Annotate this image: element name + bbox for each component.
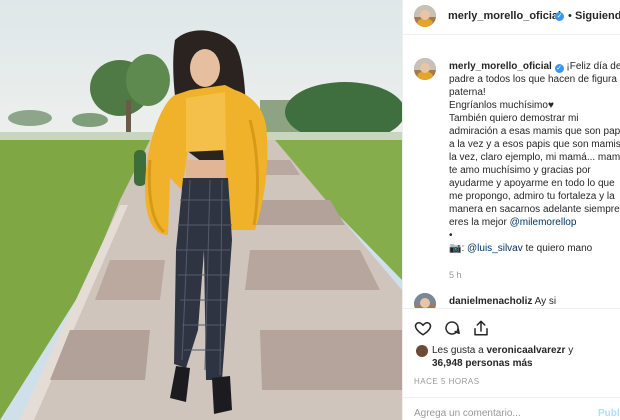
publish-button[interactable]: Publicar [598,408,620,419]
post-header: merly_morello_oficial ✓ • Siguiendo [403,0,620,35]
liker-avatar[interactable] [416,345,428,357]
caption-line-7: la vez, claro ejemplo, mi mamá... mami [449,152,620,163]
caption-line-8: te amo muchísimo y gracias por [449,165,591,176]
comment-input[interactable]: Agrega un comentario... [414,408,521,419]
caption-line-6: a la vez y a esos papis que son mamis a [449,139,620,150]
caption-line-10: me propongo, admiro tu fortaleza y la [449,191,615,202]
caption-time: 5 h [449,270,462,280]
caption-line-12: eres la mejor [449,217,507,228]
caption-line-5: admiración a esas mamis que son papá [449,126,620,137]
comment-text: Ay si [534,296,557,307]
header-username[interactable]: merly_morello_oficial [448,10,561,22]
comment-icon[interactable] [443,319,461,337]
caption-line-4: También quiero demostrar mi [449,113,579,124]
caption-line-2: paterna! [449,87,486,98]
caption-line-1: padre a todos los que hacen de figura [449,74,617,85]
liker-username[interactable]: veronicaalvarezr [487,345,566,356]
caption-line-0: ¡Feliz día de [566,61,620,72]
caption-line-3: Engríanlos muchísimo [449,100,548,111]
post-image [0,0,402,420]
likes-summary: Les gusta a veronicaalvarezr y 36,948 pe… [432,344,573,370]
separator-dot: • [568,10,572,22]
author-avatar[interactable] [414,5,436,27]
likes-prefix: Les gusta a [432,345,484,356]
add-comment-bar: Agrega un comentario... Publicar [403,397,620,420]
heart-emoji-icon: ♥ [547,100,554,111]
caption-bullet: • [449,230,453,241]
share-icon[interactable] [472,319,490,337]
verified-badge-icon: ✓ [554,64,564,73]
verified-badge-icon: ✓ [555,12,564,21]
post-timestamp: HACE 5 HORAS [414,377,480,386]
mention-photographer-link[interactable]: @luis_silvav [467,243,523,254]
camera-emoji-icon: 📷: [449,243,465,254]
post-caption: merly_morello_oficial ✓ ¡Feliz día de pa… [449,60,620,255]
heart-icon[interactable] [414,319,432,337]
comment-item: danielmenacholiz Ay si [449,296,556,307]
mention-mom-link[interactable]: @milemorellop [510,217,577,228]
caption-author[interactable]: merly_morello_oficial [449,61,552,72]
caption-author-avatar[interactable] [414,58,436,80]
comment-author[interactable]: danielmenacholiz [449,296,532,307]
post-photo[interactable] [0,0,402,420]
likes-connector: y [568,345,574,356]
caption-line-11: manera en sacarnos adelante siempre, [449,204,620,215]
likes-count[interactable]: 36,948 personas más [432,358,533,369]
post-side-panel: merly_morello_oficial ✓ • Siguiendo merl… [402,0,620,420]
following-button[interactable]: Siguiendo [575,10,620,22]
caption-line-9: ayudarme y apoyarme en todo lo que [449,178,615,189]
credit-suffix: te quiero mano [525,243,593,254]
post-actions: Les gusta a veronicaalvarezr y 36,948 pe… [403,308,620,420]
